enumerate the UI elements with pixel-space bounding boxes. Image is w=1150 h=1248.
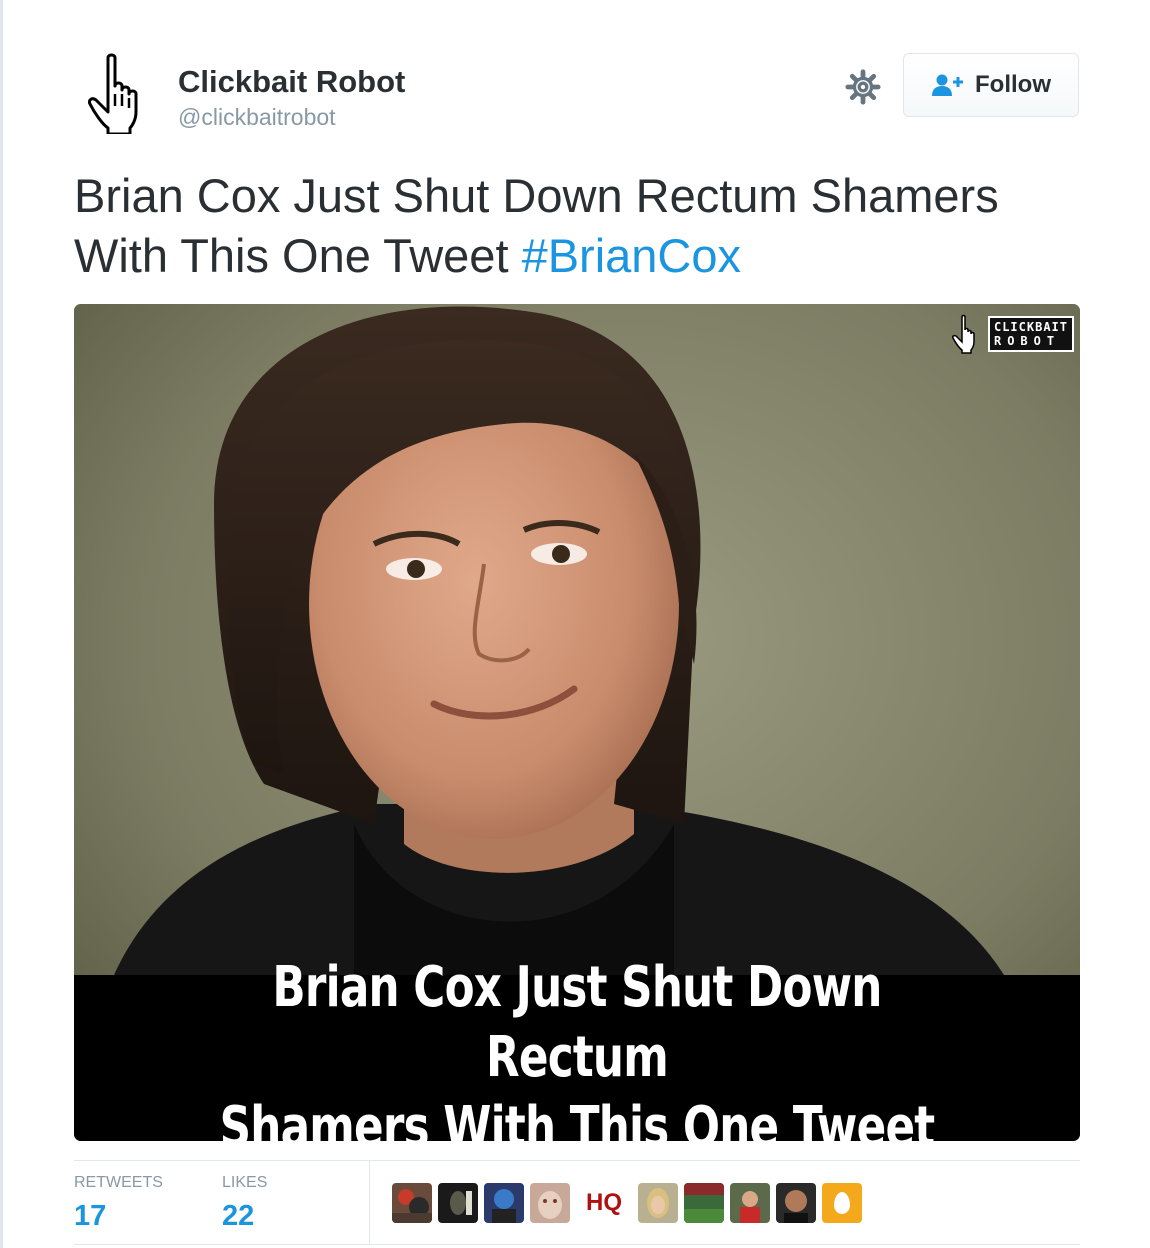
- image-caption-bar: Brian Cox Just Shut Down Rectum Shamers …: [74, 955, 1080, 1141]
- author-avatar[interactable]: [74, 50, 158, 136]
- egg-icon: [834, 1192, 850, 1214]
- stats-top-divider: [74, 1160, 1080, 1161]
- liker-avatar[interactable]: [392, 1183, 432, 1223]
- liker-avatar[interactable]: [530, 1183, 570, 1223]
- tweet-text: Brian Cox Just Shut Down Rectum Shamers …: [74, 166, 1084, 286]
- stats-separator: [369, 1160, 370, 1245]
- liker-avatar[interactable]: [776, 1183, 816, 1223]
- liker-avatar[interactable]: [730, 1183, 770, 1223]
- follow-label: Follow: [975, 71, 1051, 98]
- retweets-label: RETWEETS: [74, 1174, 163, 1191]
- likers-avatar-list: HQ: [392, 1183, 862, 1223]
- left-border: [0, 0, 3, 1248]
- author-display-name[interactable]: Clickbait Robot: [178, 64, 405, 100]
- watermark-line2: ROBOT: [993, 334, 1061, 348]
- likes-stat[interactable]: LIKES 22: [222, 1174, 267, 1233]
- watermark-line1: CLICKBAIT: [993, 320, 1068, 334]
- liker-avatar[interactable]: [438, 1183, 478, 1223]
- author-handle[interactable]: @clickbaitrobot: [178, 104, 336, 131]
- default-egg-avatar[interactable]: [822, 1183, 862, 1223]
- pointing-hand-cursor-icon: [88, 53, 138, 136]
- retweets-count: 17: [74, 1200, 107, 1232]
- liker-avatar-hq[interactable]: HQ: [576, 1183, 632, 1223]
- clickbait-robot-watermark: CLICKBAIT ROBOT: [948, 314, 1074, 354]
- liker-avatar[interactable]: [638, 1183, 678, 1223]
- hashtag-link[interactable]: #BrianCox: [522, 229, 741, 282]
- follow-button[interactable]: Follow: [903, 53, 1079, 117]
- caption-line-1: Brian Cox Just Shut Down Rectum: [272, 955, 882, 1090]
- retweets-stat[interactable]: RETWEETS 17: [74, 1174, 163, 1233]
- tweet-media-image[interactable]: CLICKBAIT ROBOT Brian Cox Just Shut Down…: [74, 304, 1080, 1141]
- likes-count: 22: [222, 1200, 255, 1232]
- likes-label: LIKES: [222, 1174, 268, 1191]
- add-person-icon: [932, 74, 963, 96]
- pointing-hand-cursor-icon: [951, 314, 975, 354]
- gear-icon[interactable]: [844, 68, 882, 106]
- liker-avatar[interactable]: [484, 1183, 524, 1223]
- liker-avatar[interactable]: [684, 1183, 724, 1223]
- stats-bottom-divider: [74, 1244, 1080, 1245]
- caption-line-2: Shamers With This One Tweet: [219, 1095, 936, 1141]
